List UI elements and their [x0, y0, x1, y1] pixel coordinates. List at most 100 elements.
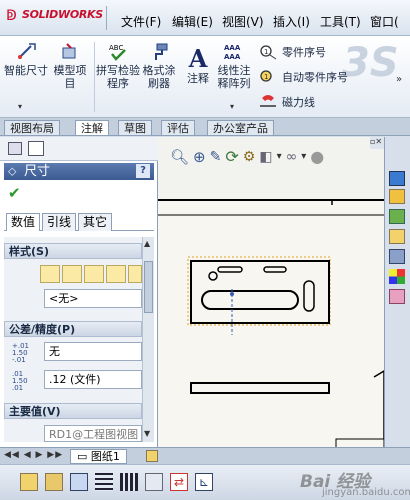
- smart-dimension-dropdown-icon[interactable]: ▾: [18, 102, 22, 111]
- display-style-icon[interactable]: ∞: [286, 149, 298, 165]
- graphics-area[interactable]: 🔍︎ ⊕ ✎ ⟳ ⚙ ◧ ▾ ∞ ▾ ● ▫✕: [158, 137, 385, 450]
- custom-properties-icon[interactable]: [389, 289, 405, 304]
- display-dropdown-icon[interactable]: ▾: [301, 151, 306, 162]
- linear-note-pattern-button[interactable]: AAA AAA 线性注释阵列: [216, 42, 252, 90]
- scroll-down-icon[interactable]: ▼: [144, 429, 150, 438]
- sheet-tab[interactable]: ▭ 图纸1: [70, 449, 127, 464]
- tolerance-type-select[interactable]: 无: [44, 342, 142, 361]
- menu-tools[interactable]: 工具(T): [320, 13, 361, 30]
- menu-window[interactable]: 窗口(: [370, 13, 399, 30]
- design-library-icon[interactable]: [389, 209, 405, 224]
- menu-file[interactable]: 文件(F): [121, 13, 161, 30]
- appearances-icon[interactable]: [389, 269, 405, 284]
- magnetic-line-button[interactable]: 磁力线: [258, 94, 315, 110]
- title-menu-bar: ↁ SOLIDWORKS 文件(F) 编辑(E) 视图(V) 插入(I) 工具(…: [0, 0, 410, 36]
- home-icon[interactable]: [389, 189, 405, 204]
- help-button[interactable]: ?: [136, 164, 150, 178]
- vertical-slot: [303, 280, 315, 312]
- add-sheet-icon[interactable]: [146, 450, 158, 462]
- spell-checker-button[interactable]: ABC 拼写检验程序: [96, 42, 140, 90]
- slot-top-right: [263, 266, 287, 273]
- line-style-icon[interactable]: [120, 473, 138, 491]
- note-button[interactable]: A 注释: [183, 46, 213, 86]
- balloon-button[interactable]: 1 零件序号: [258, 44, 326, 60]
- ds-watermark-logo: 3S: [342, 40, 399, 86]
- spell-checker-label: 拼写检验程序: [96, 64, 140, 90]
- linear-note-pattern-label: 线性注释阵列: [217, 64, 251, 90]
- appearance-icon[interactable]: ●: [310, 147, 324, 166]
- scroll-thumb[interactable]: [144, 261, 153, 313]
- layers-icon[interactable]: [45, 473, 63, 491]
- style-select[interactable]: <无>: [44, 289, 142, 308]
- dimension-point: [230, 292, 234, 296]
- rotate-icon[interactable]: ⟳: [225, 147, 238, 166]
- layer-properties-icon[interactable]: [20, 473, 38, 491]
- style-apply-icon[interactable]: [40, 265, 60, 283]
- sheet-icon: ▭: [77, 450, 88, 463]
- tab-view-layout[interactable]: 视图布局: [4, 120, 60, 135]
- resources-icon[interactable]: [389, 171, 405, 186]
- zoom-area-icon[interactable]: ⊕: [193, 148, 206, 166]
- spell-check-icon: ABC: [109, 44, 126, 61]
- balloon-icon: 1: [260, 45, 277, 60]
- sketch-relations-icon[interactable]: ⊾: [195, 473, 213, 491]
- property-manager-panel: ⬦ 尺寸 ? ✔ 数值 引线 其它 样式(S) <无> 公差/精度(P) +.0…: [0, 137, 158, 447]
- style-load-icon[interactable]: [128, 265, 142, 283]
- precision-select[interactable]: .12 (文件): [44, 370, 142, 389]
- line-thickness-icon[interactable]: [95, 473, 113, 491]
- drawing-sheet: [158, 197, 385, 450]
- feature-tree-tab-icon[interactable]: [8, 142, 22, 155]
- scroll-up-icon[interactable]: ▲: [144, 239, 150, 248]
- view-palette-icon[interactable]: [389, 249, 405, 264]
- slot-top-left: [217, 266, 243, 273]
- primary-value-field[interactable]: RD1@工程图视图: [44, 425, 142, 442]
- menu-edit[interactable]: 编辑(E): [172, 13, 213, 30]
- drawing-view-svg: [158, 197, 385, 450]
- tolerance-type-icon: +.01 1.50 -.01: [12, 342, 29, 364]
- style-delete-icon[interactable]: [84, 265, 104, 283]
- model-items-icon: [62, 43, 76, 59]
- menu-view[interactable]: 视图(V): [222, 13, 264, 30]
- solidworks-logo-icon: ↁ: [6, 8, 17, 24]
- sheet-nav-arrows-icon[interactable]: ◀◀ ◀ ▶ ▶▶: [4, 450, 63, 460]
- style-add-icon[interactable]: [62, 265, 82, 283]
- line-color-icon[interactable]: [70, 473, 88, 491]
- window-controls[interactable]: ▫✕: [370, 137, 384, 149]
- ok-check-icon[interactable]: ✔: [8, 184, 21, 202]
- tab-evaluate[interactable]: 评估: [161, 120, 195, 135]
- command-manager-ribbon: 3S 智能尺寸 ▾ 模型项目 ABC 拼写检验程序 格式涂刷器 A 注释 AAA…: [0, 36, 410, 118]
- style-section-header[interactable]: 样式(S): [4, 243, 142, 259]
- previous-view-icon[interactable]: ✎: [210, 149, 222, 165]
- ribbon-expand-icon[interactable]: »: [396, 74, 402, 85]
- note-pattern-dropdown-icon[interactable]: ▾: [230, 102, 234, 111]
- file-explorer-icon[interactable]: [389, 229, 405, 244]
- subtab-leaders[interactable]: 引线: [42, 213, 77, 231]
- property-manager-tab-icon[interactable]: [28, 141, 44, 156]
- subtab-value[interactable]: 数值: [6, 213, 41, 231]
- subtab-other[interactable]: 其它: [78, 213, 113, 231]
- primary-value-section-header[interactable]: 主要值(V): [4, 403, 142, 419]
- zoom-to-fit-icon[interactable]: 🔍︎: [170, 148, 189, 166]
- sheet-tab-label: 图纸1: [90, 450, 120, 463]
- auto-balloon-button[interactable]: 1 自动零件序号: [258, 69, 348, 85]
- tab-sketch[interactable]: 草图: [118, 120, 152, 135]
- pm-scrollbar[interactable]: ▲ ▼: [142, 237, 154, 442]
- tab-annotation[interactable]: 注解: [75, 120, 109, 135]
- tolerance-section-header[interactable]: 公差/精度(P): [4, 321, 142, 337]
- format-painter-button[interactable]: 格式涂刷器: [141, 42, 177, 90]
- tab-office-products[interactable]: 办公室产品: [207, 120, 274, 135]
- model-items-button[interactable]: 模型项目: [50, 42, 90, 90]
- view-orientation-icon[interactable]: ◧: [259, 149, 272, 165]
- style-save-icon[interactable]: [106, 265, 126, 283]
- hide-show-edges-icon[interactable]: [145, 473, 163, 491]
- view-dropdown-icon[interactable]: ▾: [277, 151, 282, 162]
- smart-dimension-icon: [18, 43, 36, 59]
- section-view-icon[interactable]: ⚙: [243, 149, 256, 165]
- color-display-mode-icon[interactable]: ⇄: [170, 473, 188, 491]
- dimension-icon: ⬦: [8, 164, 17, 178]
- auto-balloon-icon: 1: [260, 70, 272, 82]
- command-manager-tabs: 视图布局 注解 草图 评估 办公室产品: [0, 118, 410, 136]
- menu-insert[interactable]: 插入(I): [273, 13, 310, 30]
- smart-dimension-button[interactable]: 智能尺寸: [4, 42, 48, 77]
- precision-icon: .01 1.50.01: [12, 370, 28, 392]
